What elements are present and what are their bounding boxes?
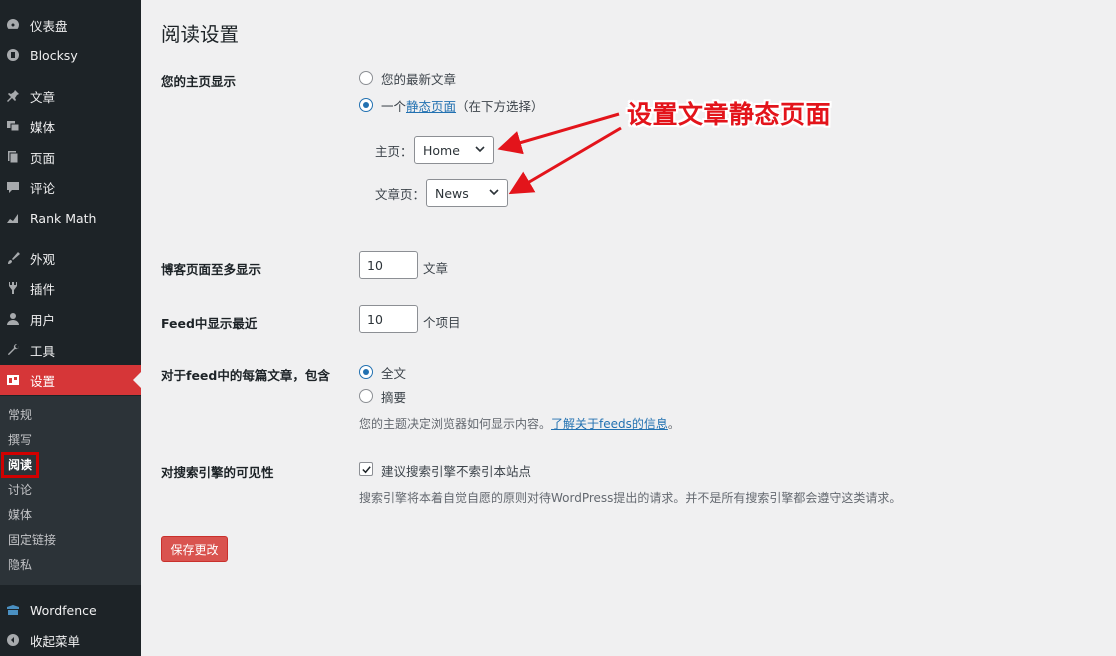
media-icon (6, 119, 20, 133)
pin-icon (6, 89, 20, 103)
sidebar-item-appearance[interactable]: 外观 (0, 243, 141, 273)
sidebar-item-label: Wordfence (30, 602, 97, 618)
sidebar-item-plugins[interactable]: 插件 (0, 273, 141, 303)
submenu-item-permalinks[interactable]: 固定链接 (8, 531, 56, 549)
submenu-item-discussion[interactable]: 讨论 (8, 481, 32, 499)
sidebar-item-media[interactable]: 媒体 (0, 111, 141, 141)
sidebar-item-posts[interactable]: 文章 (0, 81, 141, 111)
blocksy-icon (6, 48, 20, 62)
sidebar-item-dashboard[interactable]: 仪表盘 (0, 10, 141, 40)
sidebar-item-wordfence[interactable]: Wordfence (0, 595, 141, 625)
main-content: 阅读设置 您的主页显示 您的最新文章 一个静态页面（在下方选择） 主页： Hom… (141, 0, 1116, 656)
admin-sidebar: 仪表盘 Blocksy 文章 媒体 页面 评论 Rank Math 外观 插件 … (0, 0, 141, 656)
sidebar-item-pages[interactable]: 页面 (0, 142, 141, 172)
sidebar-item-label: 外观 (30, 251, 56, 267)
sidebar-item-blocksy[interactable]: Blocksy (0, 40, 141, 70)
sidebar-item-label: Blocksy (30, 47, 78, 63)
arrow-to-homepage (497, 112, 620, 155)
settings-submenu: 常规 撰写 阅读 讨论 媒体 固定链接 隐私 (0, 396, 141, 585)
sidebar-item-label: 收起菜单 (30, 633, 81, 649)
wrench-icon (6, 343, 20, 357)
wordfence-icon (6, 603, 20, 617)
brush-icon (6, 251, 20, 265)
sidebar-item-rank-math[interactable]: Rank Math (0, 203, 141, 233)
submenu-item-reading[interactable]: 阅读 (0, 452, 40, 478)
user-icon (6, 312, 20, 326)
plugin-icon (6, 281, 20, 295)
sidebar-item-label: 设置 (30, 373, 56, 389)
dashboard-icon (6, 18, 20, 32)
sidebar-item-settings[interactable]: 设置 (0, 365, 141, 395)
arrow-to-postspage (508, 126, 622, 195)
sidebar-item-label: 插件 (30, 281, 56, 297)
sidebar-item-comments[interactable]: 评论 (0, 172, 141, 202)
sidebar-item-label: 用户 (30, 312, 56, 328)
sidebar-item-users[interactable]: 用户 (0, 304, 141, 334)
sidebar-item-label: 文章 (30, 89, 56, 105)
collapse-menu-button[interactable]: 收起菜单 (0, 625, 141, 655)
sidebar-item-label: 媒体 (30, 119, 56, 135)
sidebar-item-label: 仪表盘 (30, 18, 68, 34)
sidebar-item-label: 评论 (30, 180, 56, 196)
sidebar-item-label: Rank Math (30, 210, 97, 226)
annotation-arrows (497, 112, 622, 195)
settings-icon (6, 373, 20, 387)
rank-math-icon (6, 211, 20, 225)
page-icon (6, 150, 20, 164)
collapse-icon (6, 633, 20, 647)
sidebar-item-label: 工具 (30, 343, 56, 359)
submenu-item-privacy[interactable]: 隐私 (8, 556, 32, 574)
submenu-item-writing[interactable]: 撰写 (8, 431, 32, 449)
submenu-item-media[interactable]: 媒体 (8, 506, 32, 524)
comment-icon (6, 180, 20, 194)
sidebar-item-tools[interactable]: 工具 (0, 335, 141, 365)
submenu-item-general[interactable]: 常规 (8, 406, 32, 424)
sidebar-item-label: 页面 (30, 150, 56, 166)
